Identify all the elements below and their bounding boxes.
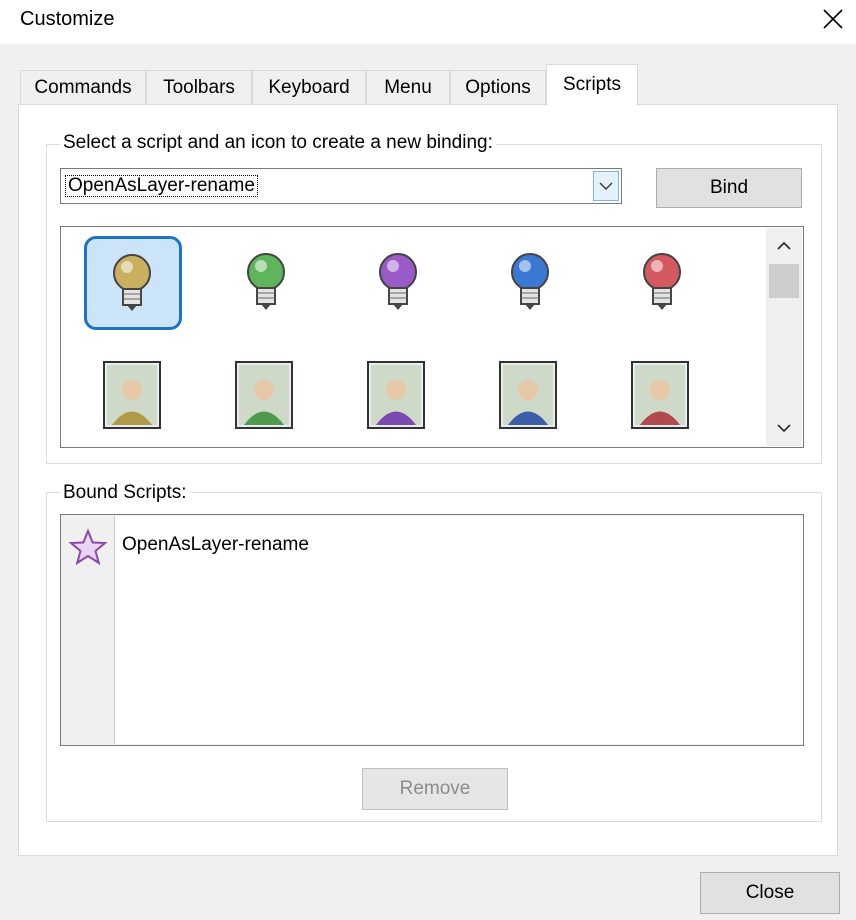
portrait-blue-icon[interactable] [498,360,558,430]
tab-scripts[interactable]: Scripts [546,64,638,106]
script-select-value: OpenAsLayer-rename [65,175,258,197]
new-binding-legend: Select a script and an icon to create a … [60,132,496,154]
scrollbar-thumb[interactable] [769,264,799,298]
window-title: Customize [20,8,115,30]
script-select[interactable]: OpenAsLayer-rename [60,168,622,204]
bound-scripts-legend: Bound Scripts: [60,482,190,504]
portrait-green-icon[interactable] [234,360,294,430]
bulb-yellow-icon[interactable] [84,236,182,330]
chevron-up-icon[interactable] [770,232,798,260]
bind-button[interactable]: Bind [656,168,802,208]
portrait-yellow-icon[interactable] [102,360,162,430]
bulb-red-icon[interactable] [616,236,708,324]
close-icon[interactable] [820,6,846,32]
bulb-blue-icon[interactable] [484,236,576,324]
close-button[interactable]: Close [700,872,840,914]
remove-button[interactable]: Remove [362,768,508,810]
tab-options[interactable]: Options [450,70,546,104]
bulb-green-icon[interactable] [220,236,312,324]
portrait-purple-icon[interactable] [366,360,426,430]
bound-script-item[interactable]: OpenAsLayer-rename [122,534,309,556]
bulb-purple-icon[interactable] [352,236,444,324]
tab-commands[interactable]: Commands [20,70,146,104]
star-icon [68,528,108,566]
tab-keyboard[interactable]: Keyboard [252,70,366,104]
tab-toolbars[interactable]: Toolbars [146,70,252,104]
chevron-down-icon [599,182,613,190]
portrait-red-icon[interactable] [630,360,690,430]
title-bar: Customize [0,0,856,44]
chevron-down-icon[interactable] [770,414,798,442]
script-select-dropdown-button[interactable] [593,171,619,201]
tab-menu[interactable]: Menu [366,70,450,104]
